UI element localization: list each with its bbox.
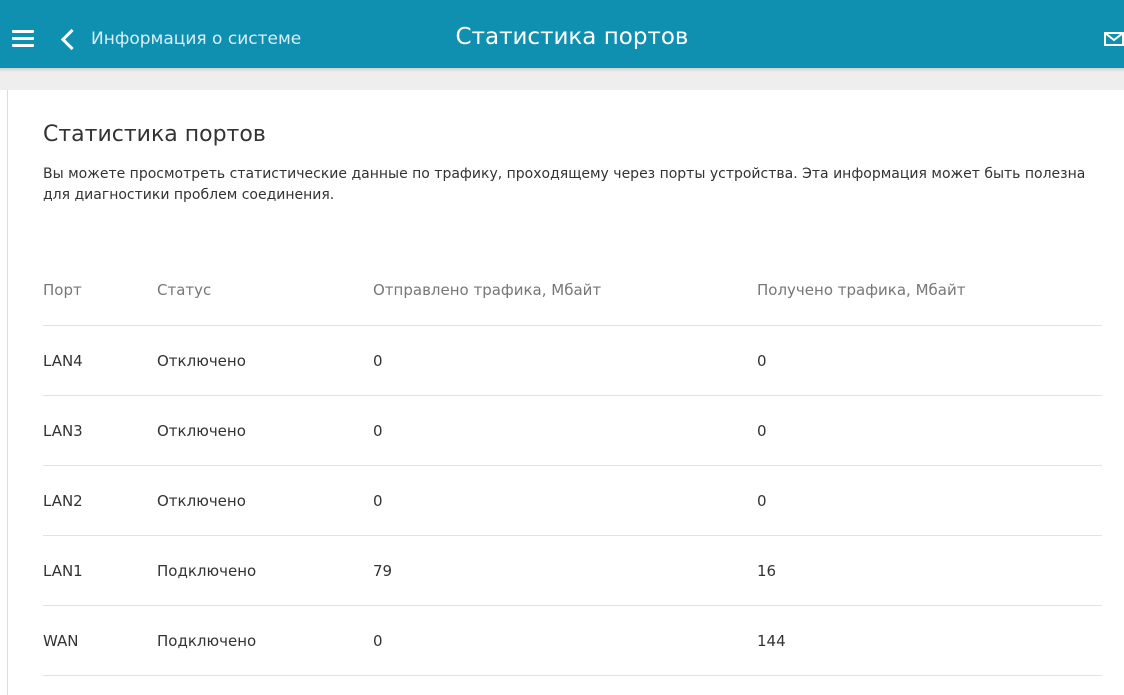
table-row: LAN3 Отключено 0 0 <box>43 395 1102 466</box>
table-row: WAN Подключено 0 144 <box>43 605 1102 676</box>
received-cell: 144 <box>757 605 1102 676</box>
back-link-label: Информация о системе <box>91 29 302 49</box>
port-cell: WAN <box>43 605 157 676</box>
section-title: Статистика портов <box>43 122 266 147</box>
column-header-received: Получено трафика, Мбайт <box>757 255 1102 326</box>
sent-cell: 79 <box>373 535 757 606</box>
back-link[interactable]: Информация о системе <box>58 26 301 52</box>
column-header-port: Порт <box>43 255 157 326</box>
port-cell: LAN2 <box>43 465 157 536</box>
received-cell: 0 <box>757 395 1102 466</box>
column-header-sent: Отправлено трафика, Мбайт <box>373 255 757 326</box>
port-cell: LAN1 <box>43 535 157 606</box>
status-cell: Подключено <box>157 535 373 606</box>
received-cell: 0 <box>757 465 1102 536</box>
table-header-row: Порт Статус Отправлено трафика, Мбайт По… <box>43 255 1102 326</box>
table-row: LAN2 Отключено 0 0 <box>43 465 1102 536</box>
received-cell: 16 <box>757 535 1102 606</box>
header-shadow <box>0 68 1124 72</box>
menu-icon[interactable] <box>12 30 34 48</box>
top-bar: Информация о системе Статистика портов <box>0 0 1124 68</box>
port-statistics-table: Порт Статус Отправлено трафика, Мбайт По… <box>43 255 1102 676</box>
column-header-status: Статус <box>157 255 373 326</box>
status-cell: Отключено <box>157 395 373 466</box>
sent-cell: 0 <box>373 465 757 536</box>
section-description: Вы можете просмотреть статистические дан… <box>43 166 1086 203</box>
received-cell: 0 <box>757 325 1102 396</box>
port-cell: LAN4 <box>43 325 157 396</box>
port-cell: LAN3 <box>43 395 157 466</box>
sent-cell: 0 <box>373 605 757 676</box>
content-card: Статистика портов Вы можете просмотреть … <box>7 90 1124 695</box>
status-cell: Отключено <box>157 465 373 536</box>
table-row: LAN1 Подключено 79 16 <box>43 535 1102 606</box>
status-cell: Подключено <box>157 605 373 676</box>
chevron-left-icon <box>60 28 83 50</box>
sent-cell: 0 <box>373 325 757 396</box>
sent-cell: 0 <box>373 395 757 466</box>
mail-icon[interactable] <box>1104 32 1124 46</box>
status-cell: Отключено <box>157 325 373 396</box>
table-row: LAN4 Отключено 0 0 <box>43 325 1102 396</box>
